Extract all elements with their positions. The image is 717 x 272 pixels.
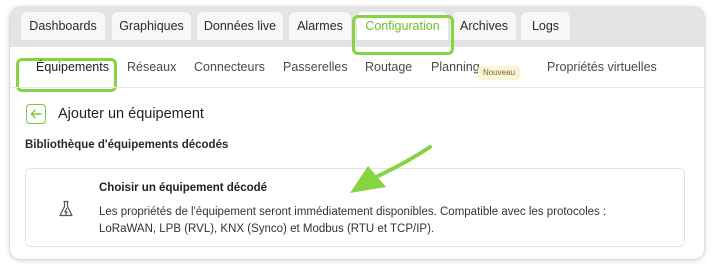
annotation-arrow	[350, 145, 432, 193]
